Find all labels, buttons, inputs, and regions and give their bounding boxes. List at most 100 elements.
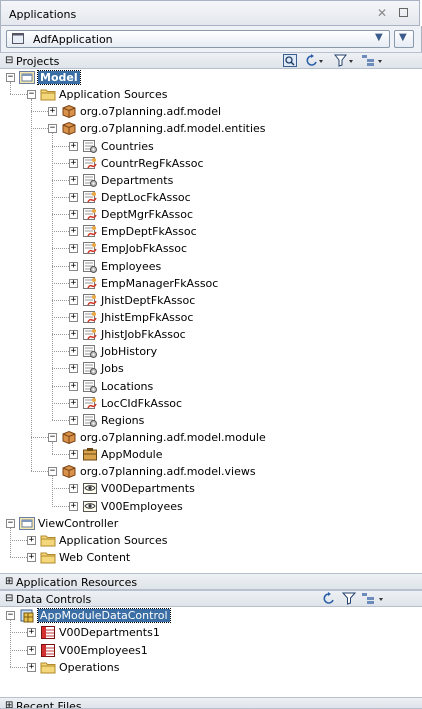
tree-node-label: org.o7planning.adf.model.views	[80, 465, 256, 479]
applications-titlebar: Applications ✕	[0, 0, 420, 26]
tree-connector	[52, 505, 69, 507]
tree-connector	[10, 556, 27, 558]
recent-files-header[interactable]: ⊞ Recent Files	[0, 697, 422, 709]
collapse-toggle-icon[interactable]: −	[48, 124, 57, 134]
expand-toggle-icon[interactable]: +	[69, 484, 78, 494]
application-icon	[12, 33, 24, 44]
tree-node-label: org.o7planning.adf.model	[80, 105, 222, 119]
expand-toggle-icon[interactable]: +	[69, 227, 78, 237]
folder-icon	[40, 87, 56, 102]
expand-toggle-icon[interactable]: +	[69, 381, 78, 391]
expand-toggle-icon[interactable]: +	[69, 364, 78, 374]
package-icon	[61, 121, 77, 136]
minimize-icon[interactable]	[399, 8, 408, 17]
collapse-toggle-icon[interactable]: −	[6, 73, 15, 82]
tree-node-label: Locations	[101, 379, 154, 393]
tree-node-label: Jobs	[101, 362, 124, 376]
expand-toggle-icon[interactable]: +	[69, 398, 78, 408]
tree-node-label: AppModuleDataControl	[37, 608, 171, 623]
application-selector[interactable]: AdfApplication ▼	[6, 30, 390, 48]
expand-icon[interactable]: ⊞	[5, 700, 13, 708]
expand-toggle-icon[interactable]: +	[69, 415, 78, 425]
folder-icon	[40, 660, 56, 675]
close-icon[interactable]: ✕	[377, 6, 387, 20]
expand-toggle-icon[interactable]: +	[69, 175, 78, 185]
tree-node-label: Operations	[59, 661, 120, 675]
tree-options-icon[interactable]	[361, 54, 383, 67]
expand-toggle-icon[interactable]: +	[69, 295, 78, 305]
tree-node-label: Model	[37, 70, 81, 85]
expand-toggle-icon[interactable]: +	[27, 628, 36, 638]
tree-connector	[52, 179, 69, 181]
tree-connector	[52, 488, 69, 490]
expand-toggle-icon[interactable]: +	[27, 552, 36, 562]
find-icon[interactable]	[283, 54, 297, 67]
collapse-icon[interactable]: ⊟	[5, 55, 13, 66]
collapse-toggle-icon[interactable]: −	[48, 432, 57, 442]
tree-node-label: Employees	[101, 259, 162, 273]
filter-icon[interactable]	[334, 54, 354, 67]
expand-toggle-icon[interactable]: +	[27, 535, 36, 545]
datacontrol-icon	[19, 608, 35, 623]
expand-toggle-icon[interactable]: +	[69, 261, 78, 271]
expand-toggle-icon[interactable]: +	[69, 330, 78, 340]
expand-toggle-icon[interactable]: +	[69, 210, 78, 220]
tree-connector	[10, 649, 27, 651]
refresh-icon[interactable]	[322, 592, 337, 605]
tree-node-label: Countries	[101, 139, 154, 153]
application-menu-button[interactable]: ▼	[394, 30, 414, 48]
expand-toggle-icon[interactable]: +	[27, 663, 36, 673]
tree-connector	[52, 454, 69, 456]
tree-connector	[52, 145, 69, 147]
expand-toggle-icon[interactable]: +	[48, 107, 57, 117]
expand-toggle-icon[interactable]: +	[69, 158, 78, 168]
refresh-icon[interactable]	[305, 54, 323, 67]
folder-icon	[40, 550, 56, 565]
tree-connector	[52, 265, 69, 267]
tree-connector	[52, 368, 69, 370]
tree-node-label: EmpDeptFkAssoc	[101, 225, 197, 239]
expand-toggle-icon[interactable]: +	[69, 347, 78, 357]
tree-connector	[52, 133, 53, 420]
tree-node-label: org.o7planning.adf.model.entities	[80, 122, 266, 136]
tree-node-label: LocCIdFkAssoc	[101, 396, 183, 410]
tree-node-label: Application Sources	[59, 533, 168, 547]
projects-title: Projects	[16, 55, 60, 68]
tree-node-label: EmpJobFkAssoc	[101, 242, 188, 256]
tree-node-label: JobHistory	[101, 345, 158, 359]
assoc-icon	[82, 293, 98, 308]
collapse-toggle-icon[interactable]: −	[27, 90, 36, 100]
expand-toggle-icon[interactable]: +	[69, 141, 78, 151]
package-icon	[61, 104, 77, 119]
expand-toggle-icon[interactable]: +	[69, 244, 78, 254]
tree-node-label: Regions	[101, 413, 145, 427]
tree-node-label: Web Content	[59, 550, 131, 564]
expand-toggle-icon[interactable]: +	[69, 278, 78, 288]
tree-node-label: V00Departments	[101, 482, 195, 496]
application-resources-header[interactable]: ⊞ Application Resources	[0, 573, 422, 590]
tree-connector	[31, 436, 48, 438]
collapse-toggle-icon[interactable]: −	[48, 467, 57, 477]
expand-toggle-icon[interactable]: +	[69, 450, 78, 460]
filter-icon[interactable]	[342, 592, 356, 605]
collapse-toggle-icon[interactable]: −	[6, 611, 15, 620]
expand-toggle-icon[interactable]: +	[69, 192, 78, 202]
assoc-icon	[82, 327, 98, 342]
tree-connector	[52, 476, 53, 506]
dropdown-arrow-icon[interactable]: ▼	[375, 32, 383, 43]
expand-icon[interactable]: ⊞	[5, 576, 13, 587]
tree-options-icon[interactable]	[361, 592, 385, 605]
entity-icon	[82, 259, 98, 274]
data-controls-header[interactable]: ⊟ Data Controls	[0, 590, 422, 607]
projects-header[interactable]: ⊟ Projects	[0, 52, 422, 69]
folder-icon	[40, 533, 56, 548]
expand-toggle-icon[interactable]: +	[27, 645, 36, 655]
collapse-toggle-icon[interactable]: −	[6, 518, 15, 528]
package-icon	[61, 430, 77, 445]
tree-node-label: V00Employees	[101, 499, 183, 513]
expand-toggle-icon[interactable]: +	[69, 501, 78, 511]
tree-connector	[52, 214, 69, 216]
collapse-icon[interactable]: ⊟	[5, 593, 13, 604]
expand-toggle-icon[interactable]: +	[69, 312, 78, 322]
tree-connector	[10, 82, 11, 95]
